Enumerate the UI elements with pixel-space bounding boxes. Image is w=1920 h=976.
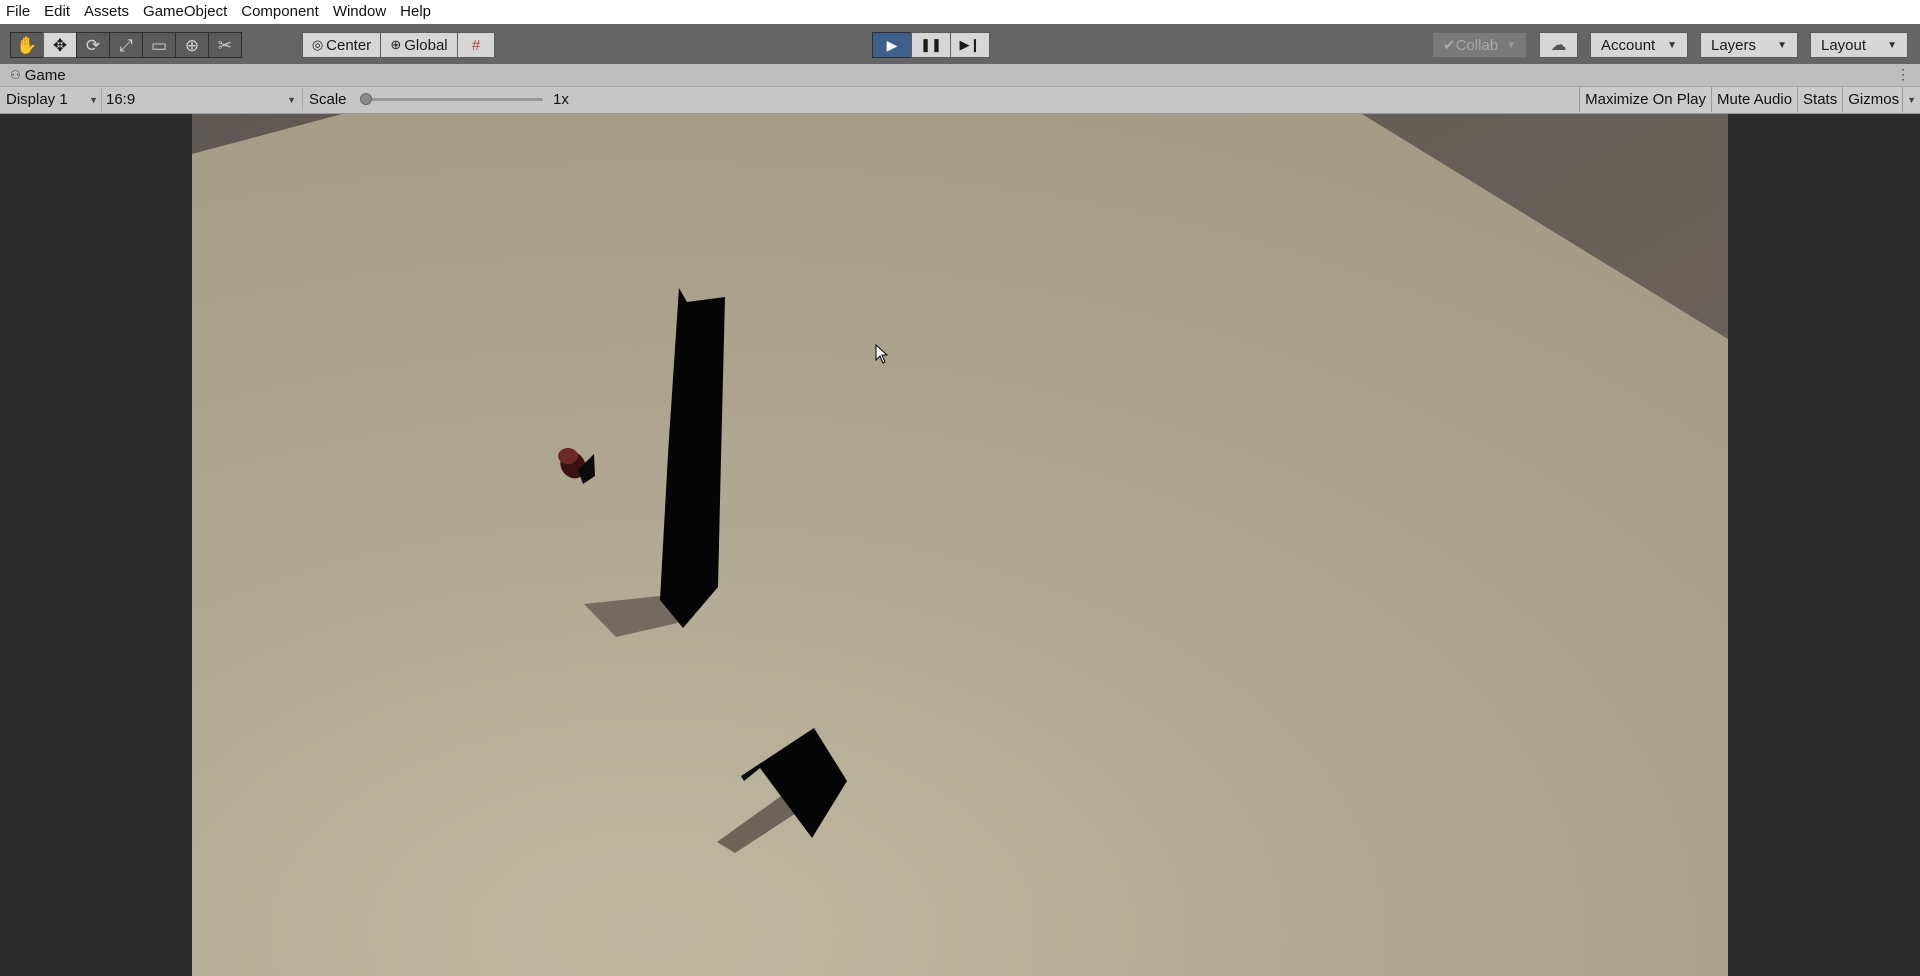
scale-slider[interactable]: [360, 93, 543, 105]
hand-tool-icon: ✋: [16, 35, 38, 55]
step-button[interactable]: ▶❙: [950, 32, 990, 58]
maximize-on-play-toggle[interactable]: Maximize On Play: [1579, 87, 1711, 112]
stats-toggle[interactable]: Stats: [1797, 87, 1843, 112]
menu-help[interactable]: Help: [393, 0, 438, 24]
scale-label: Scale: [309, 91, 347, 108]
step-icon: ▶❙: [959, 37, 981, 52]
menu-window[interactable]: Window: [326, 0, 393, 24]
play-button[interactable]: ▶: [872, 32, 912, 58]
gizmos-label: Gizmos: [1848, 91, 1900, 108]
pause-button[interactable]: ❚❚: [911, 32, 951, 58]
chevron-down-icon: ▼: [287, 94, 296, 105]
transform-tool-icon: ⊕: [184, 35, 200, 55]
pivot-label: Center: [326, 36, 372, 54]
game-view-toolbar: Display 1 ▼ 16:9 ▼ Scale 1x Maximize On …: [0, 87, 1920, 114]
scale-slider-handle[interactable]: [360, 93, 372, 105]
chevron-down-icon: ▼: [1506, 39, 1516, 51]
rect-tool-icon: ▭: [150, 35, 168, 55]
hand-tool-button[interactable]: ✋: [10, 32, 44, 58]
layout-group: Layout ▼: [1810, 32, 1908, 58]
chevron-down-icon: ▼: [1907, 94, 1916, 105]
menu-assets[interactable]: Assets: [77, 0, 136, 24]
custom-tool-button[interactable]: ✂: [208, 32, 242, 58]
pivot-controls: ◎ Center ⊕ Global #: [302, 32, 495, 58]
grid-snap-icon: #: [471, 36, 481, 54]
play-icon: ▶: [886, 36, 898, 53]
account-group: Account ▼: [1590, 32, 1688, 58]
main-toolbar: ✋ ✥ ⟳ ⤢ ▭ ⊕ ✂ ◎ Center ⊕ Global # ▶ ❚❚ ▶❙ ✔Col…: [0, 24, 1920, 64]
menu-edit[interactable]: Edit: [37, 0, 77, 24]
window-tab-strip: ⚇ Game ⋮: [0, 64, 1920, 87]
rotate-tool-button[interactable]: ⟳: [76, 32, 110, 58]
layout-dropdown[interactable]: Layout ▼: [1810, 32, 1908, 58]
globe-icon: ⊕: [390, 37, 402, 52]
aspect-dropdown[interactable]: 16:9 ▼: [101, 88, 300, 111]
space-label: Global: [404, 36, 448, 54]
cloud-group: ☁: [1539, 32, 1578, 58]
layers-group: Layers ▼: [1700, 32, 1798, 58]
move-tool-icon: ✥: [52, 35, 68, 55]
collab-group: ✔Collab ▼: [1432, 32, 1527, 58]
layers-label: Layers: [1711, 36, 1757, 54]
menu-component[interactable]: Component: [234, 0, 326, 24]
playback-controls: ▶ ❚❚ ▶❙: [872, 32, 990, 58]
transform-tools: ✋ ✥ ⟳ ⤢ ▭ ⊕ ✂: [10, 32, 242, 58]
pivot-icon: ◎: [311, 37, 324, 52]
space-global-button[interactable]: ⊕ Global: [380, 32, 458, 58]
game-viewport[interactable]: [192, 114, 1728, 976]
pivot-center-button[interactable]: ◎ Center: [302, 32, 381, 58]
scale-value: 1x: [553, 91, 569, 108]
tab-game[interactable]: ⚇ Game: [0, 64, 76, 86]
game-view-options: Maximize On Play Mute Audio Stats Gizmos…: [1579, 87, 1920, 113]
floor-plane: [192, 114, 1728, 976]
account-dropdown[interactable]: Account ▼: [1590, 32, 1688, 58]
menu-bar: File Edit Assets GameObject Component Window H…: [0, 0, 1920, 24]
chevron-down-icon: ▼: [1667, 39, 1677, 51]
cloud-icon: ☁: [1550, 37, 1567, 54]
scale-control: Scale: [302, 88, 351, 111]
more-options-icon[interactable]: ⋮: [1896, 66, 1910, 82]
move-tool-button[interactable]: ✥: [43, 32, 77, 58]
chevron-down-icon: ▼: [89, 94, 98, 105]
gizmos-dropdown[interactable]: ▼: [1902, 87, 1920, 112]
layers-dropdown[interactable]: Layers ▼: [1700, 32, 1798, 58]
scale-tool-button[interactable]: ⤢: [109, 32, 143, 58]
game-scene: [192, 114, 1728, 976]
rect-tool-button[interactable]: ▭: [142, 32, 176, 58]
menu-gameobject[interactable]: GameObject: [136, 0, 234, 24]
cloud-button[interactable]: ☁: [1539, 32, 1578, 58]
collab-label: Collab: [1455, 37, 1499, 54]
pause-icon: ❚❚: [920, 37, 942, 52]
collab-dropdown[interactable]: ✔Collab ▼: [1432, 32, 1527, 58]
tab-game-label: Game: [24, 66, 66, 84]
layout-label: Layout: [1821, 36, 1867, 54]
chevron-down-icon: ▼: [1777, 39, 1787, 51]
rotate-tool-icon: ⟳: [85, 35, 101, 55]
capsule-top: [558, 448, 578, 464]
scale-tool-icon: ⤢: [119, 35, 133, 55]
gamepad-icon: ⚇: [10, 68, 21, 82]
chevron-down-icon: ▼: [1887, 39, 1897, 51]
transform-tool-button[interactable]: ⊕: [175, 32, 209, 58]
gizmos-toggle[interactable]: Gizmos: [1842, 87, 1903, 112]
grid-snap-button[interactable]: #: [457, 32, 495, 58]
display-dropdown[interactable]: Display 1 ▼: [2, 88, 102, 111]
check-icon: ✔: [1443, 37, 1456, 54]
custom-tool-icon: ✂: [217, 35, 233, 55]
mute-audio-toggle[interactable]: Mute Audio: [1710, 87, 1798, 112]
aspect-label: 16:9: [106, 91, 136, 108]
account-label: Account: [1601, 36, 1656, 54]
menu-file[interactable]: File: [0, 0, 37, 24]
display-label: Display 1: [6, 91, 68, 108]
